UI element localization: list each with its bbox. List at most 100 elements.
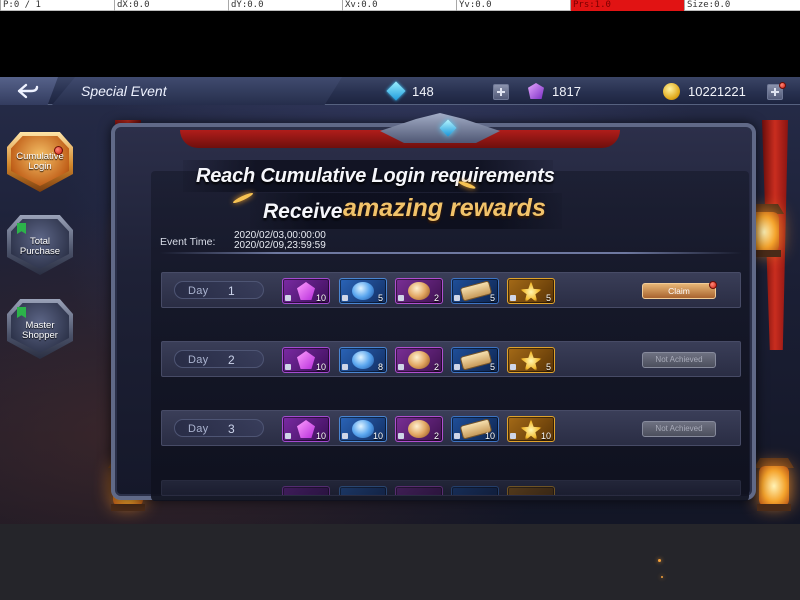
debug-cell-yv: Yv:0.0	[456, 0, 570, 11]
not-achieved-button: Not Achieved	[642, 421, 716, 437]
reward-qty: 10	[372, 431, 383, 441]
ember-particle	[658, 559, 661, 562]
blue-orb-icon	[352, 420, 374, 438]
lock-icon	[285, 364, 291, 370]
crystal-counter: 1817	[528, 81, 581, 101]
crystal-amount: 1817	[552, 83, 581, 99]
event-end-time: 2020/02/09,23:59:59	[234, 240, 326, 251]
add-gold-button[interactable]	[767, 82, 786, 100]
reward-slot	[451, 486, 499, 495]
gold-coin-icon	[663, 82, 680, 100]
reward-slot[interactable]: 2	[395, 347, 443, 373]
reward-slot[interactable]: 2	[395, 416, 443, 442]
notification-dot-icon	[779, 82, 786, 89]
tab-label: Cumulative Login	[16, 151, 64, 172]
lock-icon	[342, 295, 348, 301]
reward-qty: 8	[377, 362, 383, 372]
debug-cell-dx: dX:0.0	[114, 0, 228, 11]
reward-qty: 2	[433, 362, 439, 372]
purple-gem-icon	[297, 420, 315, 438]
day-row-1: Day 1 10 5 2 5 5 Claim	[161, 272, 741, 308]
reward-qty: 2	[433, 431, 439, 441]
purple-gem-icon	[297, 351, 315, 369]
day-number: 3	[228, 422, 235, 436]
tab-total-purchase[interactable]: Total Purchase	[7, 215, 73, 275]
debug-status-bar: P:0 / 1 dX:0.0 dY:0.0 Xv:0.0 Yv:0.0 Prs:…	[0, 0, 800, 11]
reward-slot[interactable]: 5	[451, 347, 499, 373]
reward-slot[interactable]: 5	[507, 347, 555, 373]
reward-qty: 10	[315, 431, 326, 441]
gold-orb-icon	[408, 351, 430, 369]
page-title: Special Event	[81, 83, 167, 99]
headline-text: Reach Cumulative Login requirements	[196, 165, 555, 187]
section-divider	[160, 252, 742, 254]
debug-cell-xv: Xv:0.0	[342, 0, 456, 11]
day-number: 2	[228, 353, 235, 367]
debug-dx-text: dX:0.0	[117, 0, 150, 10]
reward-qty: 5	[377, 293, 383, 303]
reward-slot	[282, 486, 330, 495]
gold-amount: 10221221	[688, 83, 746, 99]
debug-pressure-text: Prs:1.0	[573, 0, 611, 10]
reward-slot[interactable]: 10	[339, 416, 387, 442]
ember-particle	[661, 576, 663, 578]
gold-orb-icon	[408, 282, 430, 300]
lock-icon	[285, 295, 291, 301]
reward-qty: 10	[484, 431, 495, 441]
gold-burst-icon	[520, 281, 542, 303]
reward-slot[interactable]: 10	[282, 416, 330, 442]
lock-icon	[342, 364, 348, 370]
reward-qty: 5	[489, 293, 495, 303]
tab-label: Total Purchase	[19, 236, 61, 257]
day-label: Day	[188, 423, 209, 435]
lock-icon	[510, 433, 516, 439]
diamond-icon	[386, 81, 406, 101]
reward-slot[interactable]: 2	[395, 278, 443, 304]
letterbox-top	[0, 11, 800, 77]
lock-icon	[342, 433, 348, 439]
purple-gem-icon	[297, 282, 315, 300]
reward-slot[interactable]: 10	[451, 416, 499, 442]
claim-label: Claim	[668, 286, 690, 296]
reward-qty: 10	[540, 431, 551, 441]
diamond-counter: 148	[386, 81, 434, 101]
add-diamonds-button[interactable]	[493, 84, 509, 100]
not-achieved-label: Not Achieved	[655, 355, 703, 364]
debug-cell-size: Size:0.0	[684, 0, 800, 11]
reward-qty: 5	[489, 362, 495, 372]
lock-icon	[454, 295, 460, 301]
debug-size-text: Size:0.0	[687, 0, 731, 10]
subline-highlight: amazing rewards	[343, 194, 546, 222]
reward-slot[interactable]: 5	[339, 278, 387, 304]
day-row-2: Day 2 10 8 2 5 5 Not Achieved	[161, 341, 741, 377]
purple-crystal-icon	[528, 83, 544, 99]
reward-slot[interactable]: 10	[507, 416, 555, 442]
tab-master-shopper[interactable]: Master Shopper	[7, 299, 73, 359]
day-row-partial	[161, 480, 741, 496]
back-button[interactable]	[0, 77, 58, 105]
gold-burst-icon	[520, 419, 542, 441]
day-number: 1	[228, 284, 235, 298]
reward-slot[interactable]: 10	[282, 347, 330, 373]
lock-icon	[510, 295, 516, 301]
day-label: Day	[188, 285, 209, 297]
reward-slot[interactable]: 5	[507, 278, 555, 304]
reward-slot	[395, 486, 443, 495]
back-arrow-icon	[17, 83, 39, 99]
game-screen: Special Event 148 1817 10221221 Cumulati…	[0, 77, 800, 524]
gold-burst-icon	[520, 350, 542, 372]
lock-icon	[454, 433, 460, 439]
lock-icon	[398, 433, 404, 439]
reward-slot[interactable]: 10	[282, 278, 330, 304]
tab-cumulative-login[interactable]: Cumulative Login	[7, 132, 73, 192]
reward-slot[interactable]: 5	[451, 278, 499, 304]
day-row-3: Day 3 10 10 2 10 10 Not Achieved	[161, 410, 741, 446]
reward-slot[interactable]: 8	[339, 347, 387, 373]
debug-yv-text: Yv:0.0	[459, 0, 492, 10]
blue-orb-icon	[352, 282, 374, 300]
reward-qty: 10	[315, 362, 326, 372]
subline-prefix: Receive	[263, 200, 343, 223]
claim-button[interactable]: Claim	[642, 281, 717, 299]
lock-icon	[398, 364, 404, 370]
reward-slot	[339, 486, 387, 495]
